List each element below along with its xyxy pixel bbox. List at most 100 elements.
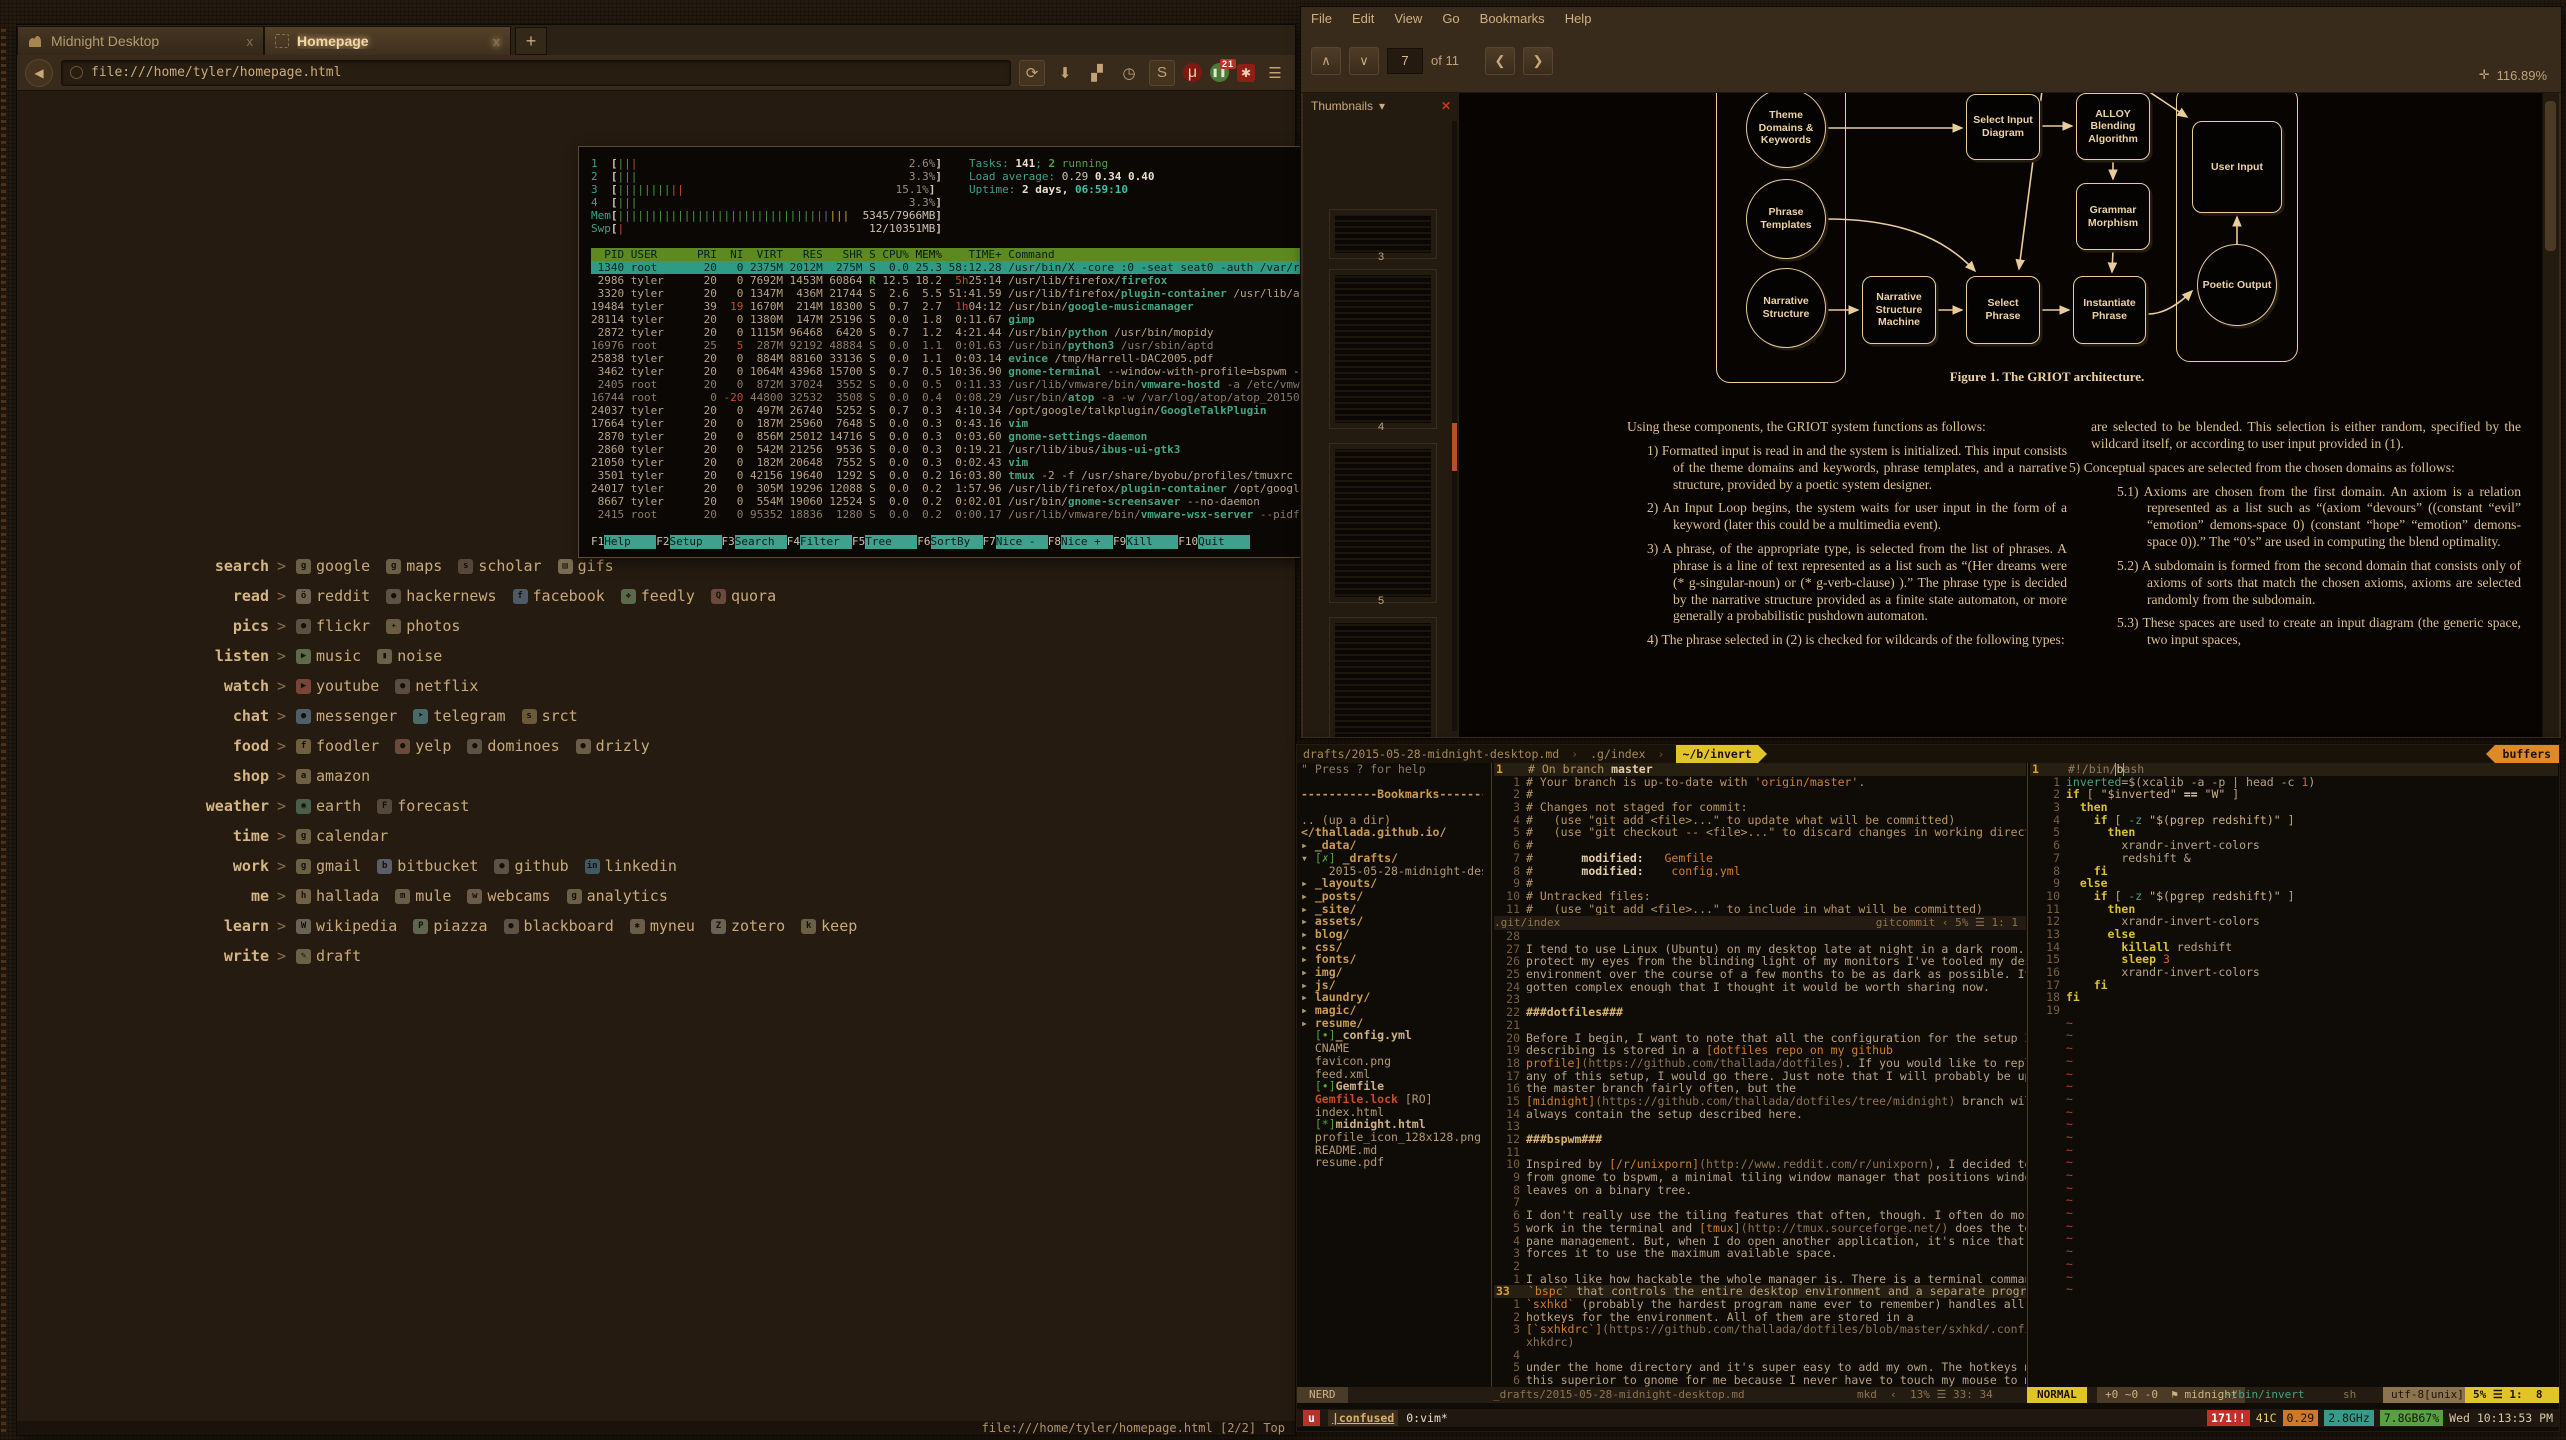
homepage-link-draft[interactable]: ✎draft <box>296 947 361 965</box>
homepage-link-quora[interactable]: Qquora <box>711 587 776 605</box>
homepage-link-mule[interactable]: mmule <box>395 887 451 905</box>
tab-close-icon[interactable]: x <box>493 34 500 49</box>
function-key-f9[interactable]: F9Kill <box>1113 535 1178 549</box>
pdf-scrollbar[interactable] <box>2542 93 2559 737</box>
homepage-link-photos[interactable]: ✦photos <box>386 617 460 635</box>
homepage-link-gmail[interactable]: ggmail <box>296 857 361 875</box>
homepage-link-linkedin[interactable]: inlinkedin <box>585 857 677 875</box>
history-forward-button[interactable]: ❯ <box>1523 47 1553 75</box>
nerdtree-item[interactable]: favicon.png <box>1301 1055 1483 1068</box>
function-key-f6[interactable]: F6SortBy <box>917 535 982 549</box>
menu-item-view[interactable]: View <box>1394 11 1422 26</box>
homepage-link-zotero[interactable]: Zzotero <box>711 917 785 935</box>
lastpass-icon[interactable]: ✱ <box>1237 64 1255 82</box>
menu-item-bookmarks[interactable]: Bookmarks <box>1480 11 1545 26</box>
nerdtree-item[interactable]: ▸ _data/ <box>1301 839 1483 852</box>
homepage-link-blackboard[interactable]: ●blackboard <box>504 917 614 935</box>
new-tab-button[interactable]: + <box>515 27 547 55</box>
function-key-f10[interactable]: F10Quit <box>1178 535 1250 549</box>
chevron-down-icon[interactable]: ▾ <box>1379 99 1385 113</box>
next-page-button[interactable]: ∨ <box>1349 47 1379 75</box>
tab-midnight-desktop[interactable]: Midnight Desktop x <box>17 26 264 55</box>
extension-puzzle-icon[interactable]: ▞ <box>1085 61 1109 85</box>
menu-item-edit[interactable]: Edit <box>1352 11 1374 26</box>
homepage-link-amazon[interactable]: aamazon <box>296 767 370 785</box>
sidebar-scrollbar-thumb[interactable] <box>1452 423 1457 471</box>
homepage-link-earth[interactable]: ◉earth <box>296 797 361 815</box>
homepage-link-drizly[interactable]: ●drizly <box>576 737 650 755</box>
homepage-link-netflix[interactable]: ●netflix <box>395 677 478 695</box>
homepage-link-gifs[interactable]: ▤gifs <box>558 557 614 575</box>
thumbnail-page-5[interactable] <box>1329 443 1437 603</box>
function-key-f5[interactable]: F5Tree <box>852 535 917 549</box>
homepage-link-analytics[interactable]: ganalytics <box>567 887 668 905</box>
function-key-f7[interactable]: F7Nice - <box>983 535 1048 549</box>
function-key-f3[interactable]: F3Search <box>722 535 787 549</box>
nerdtree-item[interactable]: ▸ _posts/ <box>1301 890 1483 903</box>
homepage-link-wikipedia[interactable]: Wwikipedia <box>296 917 397 935</box>
nerdtree-item[interactable] <box>1301 801 1483 814</box>
hamburger-menu-icon[interactable]: ☰ <box>1263 61 1287 85</box>
homepage-link-github[interactable]: ●github <box>494 857 568 875</box>
download-button[interactable]: ⬇ <box>1053 61 1077 85</box>
homepage-link-telegram[interactable]: ➤telegram <box>413 707 505 725</box>
nerdtree-item[interactable]: ▸ _layouts/ <box>1301 877 1483 890</box>
homepage-link-srct[interactable]: ssrct <box>522 707 578 725</box>
homepage-link-myneu[interactable]: ✱myneu <box>630 917 695 935</box>
function-key-f2[interactable]: F2Setup <box>656 535 721 549</box>
nerdtree-item[interactable]: Gemfile.lock [RO] <box>1301 1093 1483 1106</box>
tab-homepage[interactable]: Homepage x <box>264 26 511 55</box>
buffer-tab[interactable]: .g/index <box>1584 745 1651 763</box>
homepage-link-piazza[interactable]: Ppiazza <box>413 917 487 935</box>
function-key-f8[interactable]: F8Nice + <box>1048 535 1113 549</box>
tab-close-icon[interactable]: x <box>247 34 254 49</box>
s-extension-icon[interactable]: S <box>1149 60 1175 86</box>
zoom-control[interactable]: ✛ 116.89% <box>2479 67 2547 83</box>
homepage-link-hackernews[interactable]: ●hackernews <box>386 587 496 605</box>
homepage-link-webcams[interactable]: wwebcams <box>467 887 550 905</box>
pause-extension-icon[interactable]: ❚❚21 <box>1210 63 1229 82</box>
homepage-link-hallada[interactable]: hhallada <box>296 887 379 905</box>
sidebar-title[interactable]: Thumbnails <box>1311 99 1373 113</box>
back-button[interactable]: ◀ <box>25 59 53 87</box>
reload-button[interactable]: ⟳ <box>1019 60 1045 86</box>
homepage-link-google[interactable]: ggoogle <box>296 557 370 575</box>
thumbnail-page-4[interactable] <box>1329 269 1437 429</box>
homepage-link-calendar[interactable]: gcalendar <box>296 827 388 845</box>
nerdtree-item[interactable]: " Press ? for help <box>1301 763 1483 776</box>
nerdtree-item[interactable]: ▾ [✗] _drafts/ <box>1301 852 1483 865</box>
nerdtree-item[interactable]: ▸ img/ <box>1301 966 1483 979</box>
thumbnail-page-6[interactable] <box>1329 617 1437 737</box>
nerdtree-item[interactable]: CNAME <box>1301 1042 1483 1055</box>
page-number-input[interactable]: 7 <box>1387 48 1423 74</box>
homepage-link-flickr[interactable]: ●flickr <box>296 617 370 635</box>
function-key-f4[interactable]: F4Filter <box>787 535 852 549</box>
homepage-link-bitbucket[interactable]: bbitbucket <box>377 857 478 875</box>
menu-item-help[interactable]: Help <box>1565 11 1592 26</box>
homepage-link-scholar[interactable]: sscholar <box>458 557 541 575</box>
homepage-link-maps[interactable]: gmaps <box>386 557 442 575</box>
pdf-scrollbar-thumb[interactable] <box>2545 101 2556 251</box>
homepage-link-yelp[interactable]: ●yelp <box>395 737 451 755</box>
nerdtree-item[interactable]: -----------Bookmarks----------- <box>1301 788 1483 801</box>
nerdtree-item[interactable]: ▸ magic/ <box>1301 1004 1483 1017</box>
history-clock-icon[interactable]: ◷ <box>1117 61 1141 85</box>
nerdtree-item[interactable]: resume.pdf <box>1301 1156 1483 1169</box>
menu-item-file[interactable]: File <box>1311 11 1332 26</box>
homepage-link-keep[interactable]: kkeep <box>801 917 857 935</box>
sidebar-close-icon[interactable]: ✕ <box>1441 99 1451 113</box>
history-back-button[interactable]: ❮ <box>1485 47 1515 75</box>
previous-page-button[interactable]: ∧ <box>1311 47 1341 75</box>
homepage-link-reddit[interactable]: öreddit <box>296 587 370 605</box>
homepage-link-facebook[interactable]: ffacebook <box>513 587 605 605</box>
homepage-link-music[interactable]: ▶music <box>296 647 361 665</box>
url-bar[interactable]: file:///home/tyler/homepage.html <box>61 60 1011 86</box>
nerdtree-item[interactable]: ▸ blog/ <box>1301 928 1483 941</box>
homepage-link-youtube[interactable]: ▶youtube <box>296 677 379 695</box>
homepage-link-forecast[interactable]: Fforecast <box>377 797 469 815</box>
ublock-icon[interactable]: μ <box>1183 63 1202 82</box>
homepage-link-feedly[interactable]: ❖feedly <box>621 587 695 605</box>
homepage-link-messenger[interactable]: ●messenger <box>296 707 397 725</box>
nerdtree-item[interactable]: profile_icon_128x128.png <box>1301 1131 1483 1144</box>
homepage-link-noise[interactable]: ▮noise <box>377 647 442 665</box>
